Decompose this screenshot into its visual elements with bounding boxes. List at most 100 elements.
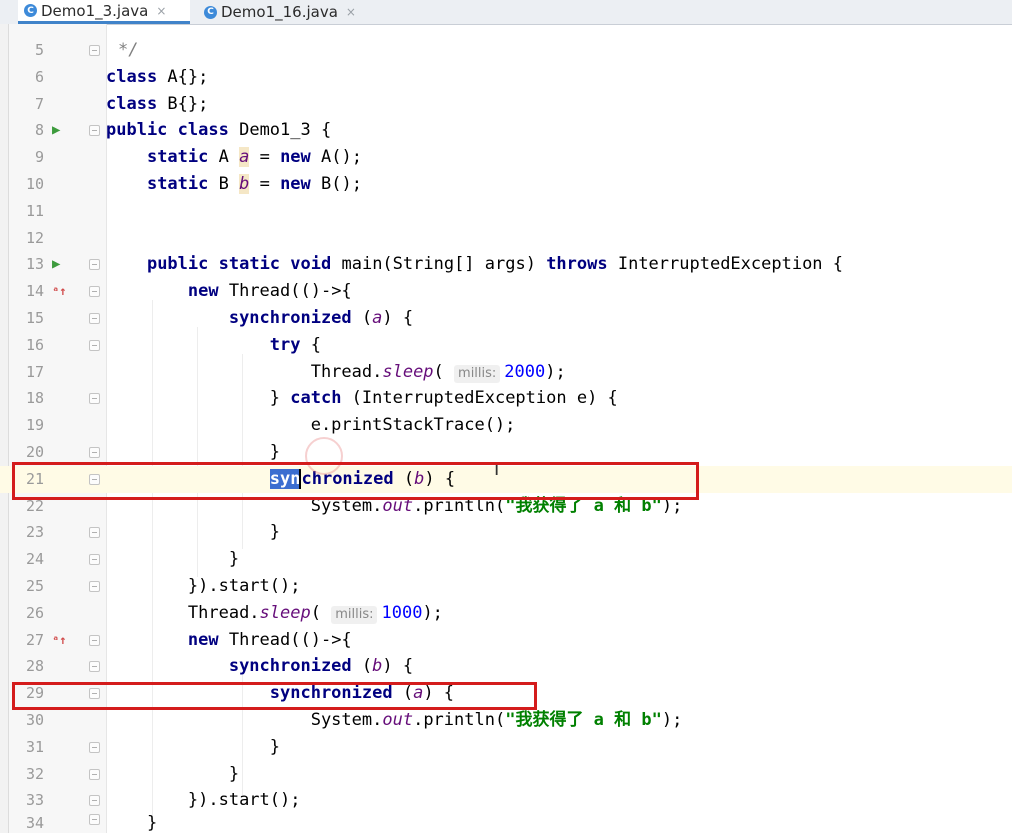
line-number: 32 xyxy=(25,764,44,783)
keyword: static xyxy=(146,174,209,194)
code-line: 9 static A a = new A(); xyxy=(0,144,1012,171)
fold-marker-icon[interactable] xyxy=(89,661,100,673)
close-tab-icon[interactable]: × xyxy=(156,4,166,18)
run-icon[interactable]: ▶ xyxy=(52,256,60,272)
code-line: 23 } xyxy=(0,519,1012,546)
keyword: public xyxy=(106,120,168,141)
line-number: 18 xyxy=(25,389,44,408)
fold-marker-icon[interactable] xyxy=(89,581,100,592)
keyword: class xyxy=(106,66,158,87)
keyword: try xyxy=(269,334,301,355)
lambda-marker-icon[interactable]: ᵃ↑ xyxy=(52,632,66,648)
close-tab-icon[interactable]: × xyxy=(346,5,356,19)
fold-marker-icon[interactable] xyxy=(89,286,100,298)
code-text: = xyxy=(249,147,281,168)
lambda-marker-icon[interactable]: ᵃ↑ xyxy=(52,283,66,299)
line-number: 15 xyxy=(25,309,44,327)
line-number: 17 xyxy=(25,362,44,381)
code-line: 27 ᵃ↑ new Thread(()->{ xyxy=(0,627,1012,654)
fold-marker-icon[interactable] xyxy=(89,339,100,351)
line-number: 27 xyxy=(25,630,44,649)
code-line: 11 xyxy=(0,198,1012,225)
annotation-box-line-29 xyxy=(12,682,537,710)
code-text: e.printStackTrace(); xyxy=(310,415,516,436)
line-number: 12 xyxy=(25,228,44,247)
line-number: 11 xyxy=(25,201,44,220)
code-text: ) { xyxy=(382,308,414,328)
code-text: } xyxy=(269,736,281,757)
code-text: ); xyxy=(661,710,683,730)
fold-marker-icon[interactable] xyxy=(89,554,100,566)
code-text: } xyxy=(269,388,291,409)
line-number: 13 xyxy=(25,255,44,274)
fold-marker-icon[interactable] xyxy=(89,45,100,56)
line-number: 28 xyxy=(25,657,44,676)
line-number: 19 xyxy=(25,416,44,435)
keyword: new xyxy=(280,147,311,168)
fold-marker-icon[interactable] xyxy=(89,125,100,137)
editor-tab-bar: C Demo1_3.java × C Demo1_16.java × xyxy=(0,0,1012,25)
fold-marker-icon[interactable] xyxy=(89,313,100,324)
code-text: (InterruptedException e) { xyxy=(341,388,618,409)
fold-marker-icon[interactable] xyxy=(89,634,100,646)
code-line: 5 */ xyxy=(0,37,1012,64)
code-line: 10 static B b = new B(); xyxy=(0,171,1012,198)
tab-demo1-3[interactable]: C Demo1_3.java × xyxy=(18,0,190,24)
keyword: synchronized xyxy=(228,308,352,328)
parameter-hint: millis: xyxy=(454,364,501,383)
keyword: new xyxy=(187,281,219,302)
code-line: 25 }).start(); xyxy=(0,573,1012,600)
fold-marker-icon[interactable] xyxy=(89,795,100,807)
line-number: 5 xyxy=(34,41,44,59)
code-text: InterruptedException { xyxy=(607,254,844,275)
code-text: .println( xyxy=(413,710,506,730)
code-text: B{}; xyxy=(157,93,209,114)
code-text: ( xyxy=(351,308,373,328)
run-icon[interactable]: ▶ xyxy=(52,122,60,138)
fold-marker-icon[interactable] xyxy=(89,768,100,780)
code-text: ) { xyxy=(382,656,414,677)
line-number: 24 xyxy=(25,550,44,569)
fold-marker-icon[interactable] xyxy=(89,527,100,539)
code-line: 31 } xyxy=(0,734,1012,761)
java-class-icon: C xyxy=(204,5,217,19)
code-text: Demo1_3 { xyxy=(228,120,332,141)
line-number: 14 xyxy=(25,282,44,301)
keyword: synchronized xyxy=(228,656,352,677)
tab-demo1-16[interactable]: C Demo1_16.java × xyxy=(198,0,378,24)
code-text: A xyxy=(208,147,240,168)
line-number: 23 xyxy=(25,523,44,542)
code-text: A{}; xyxy=(157,66,209,87)
keyword: throws xyxy=(546,254,608,275)
method-name: sleep xyxy=(259,602,311,623)
code-text: } xyxy=(228,763,240,784)
fold-marker-icon[interactable] xyxy=(89,393,100,405)
number-literal: 2000 xyxy=(504,361,546,382)
code-text: } xyxy=(269,442,281,462)
code-line: 26 Thread.sleep( millis: 1000); xyxy=(0,600,1012,627)
tab-label: Demo1_16.java xyxy=(221,3,338,21)
field-name: a xyxy=(239,147,250,168)
keyword: catch xyxy=(290,388,342,409)
code-line: 12 xyxy=(0,225,1012,252)
code-text: Thread(()->{ xyxy=(218,629,352,650)
line-number: 7 xyxy=(34,94,44,113)
code-text: B(); xyxy=(310,174,362,194)
code-line: 7 class B{}; xyxy=(0,91,1012,118)
line-number: 26 xyxy=(25,603,44,622)
code-line: 14 ᵃ↑ new Thread(()->{ xyxy=(0,278,1012,305)
fold-marker-icon[interactable] xyxy=(89,259,100,271)
keyword: new xyxy=(280,174,311,194)
annotation-box-line-21 xyxy=(12,462,699,500)
line-number: 16 xyxy=(25,335,44,354)
fold-marker-icon[interactable] xyxy=(89,814,100,825)
code-line: 6 class A{}; xyxy=(0,64,1012,91)
code-line: 30 System.out.println("我获得了 a 和 b"); xyxy=(0,707,1012,734)
fold-marker-icon[interactable] xyxy=(89,447,100,458)
method-name: sleep xyxy=(382,361,434,382)
number-literal: 1000 xyxy=(381,602,423,623)
field-name: b xyxy=(372,656,383,677)
comment-text: */ xyxy=(118,40,139,60)
line-number: 30 xyxy=(25,711,44,729)
fold-marker-icon[interactable] xyxy=(89,741,100,753)
